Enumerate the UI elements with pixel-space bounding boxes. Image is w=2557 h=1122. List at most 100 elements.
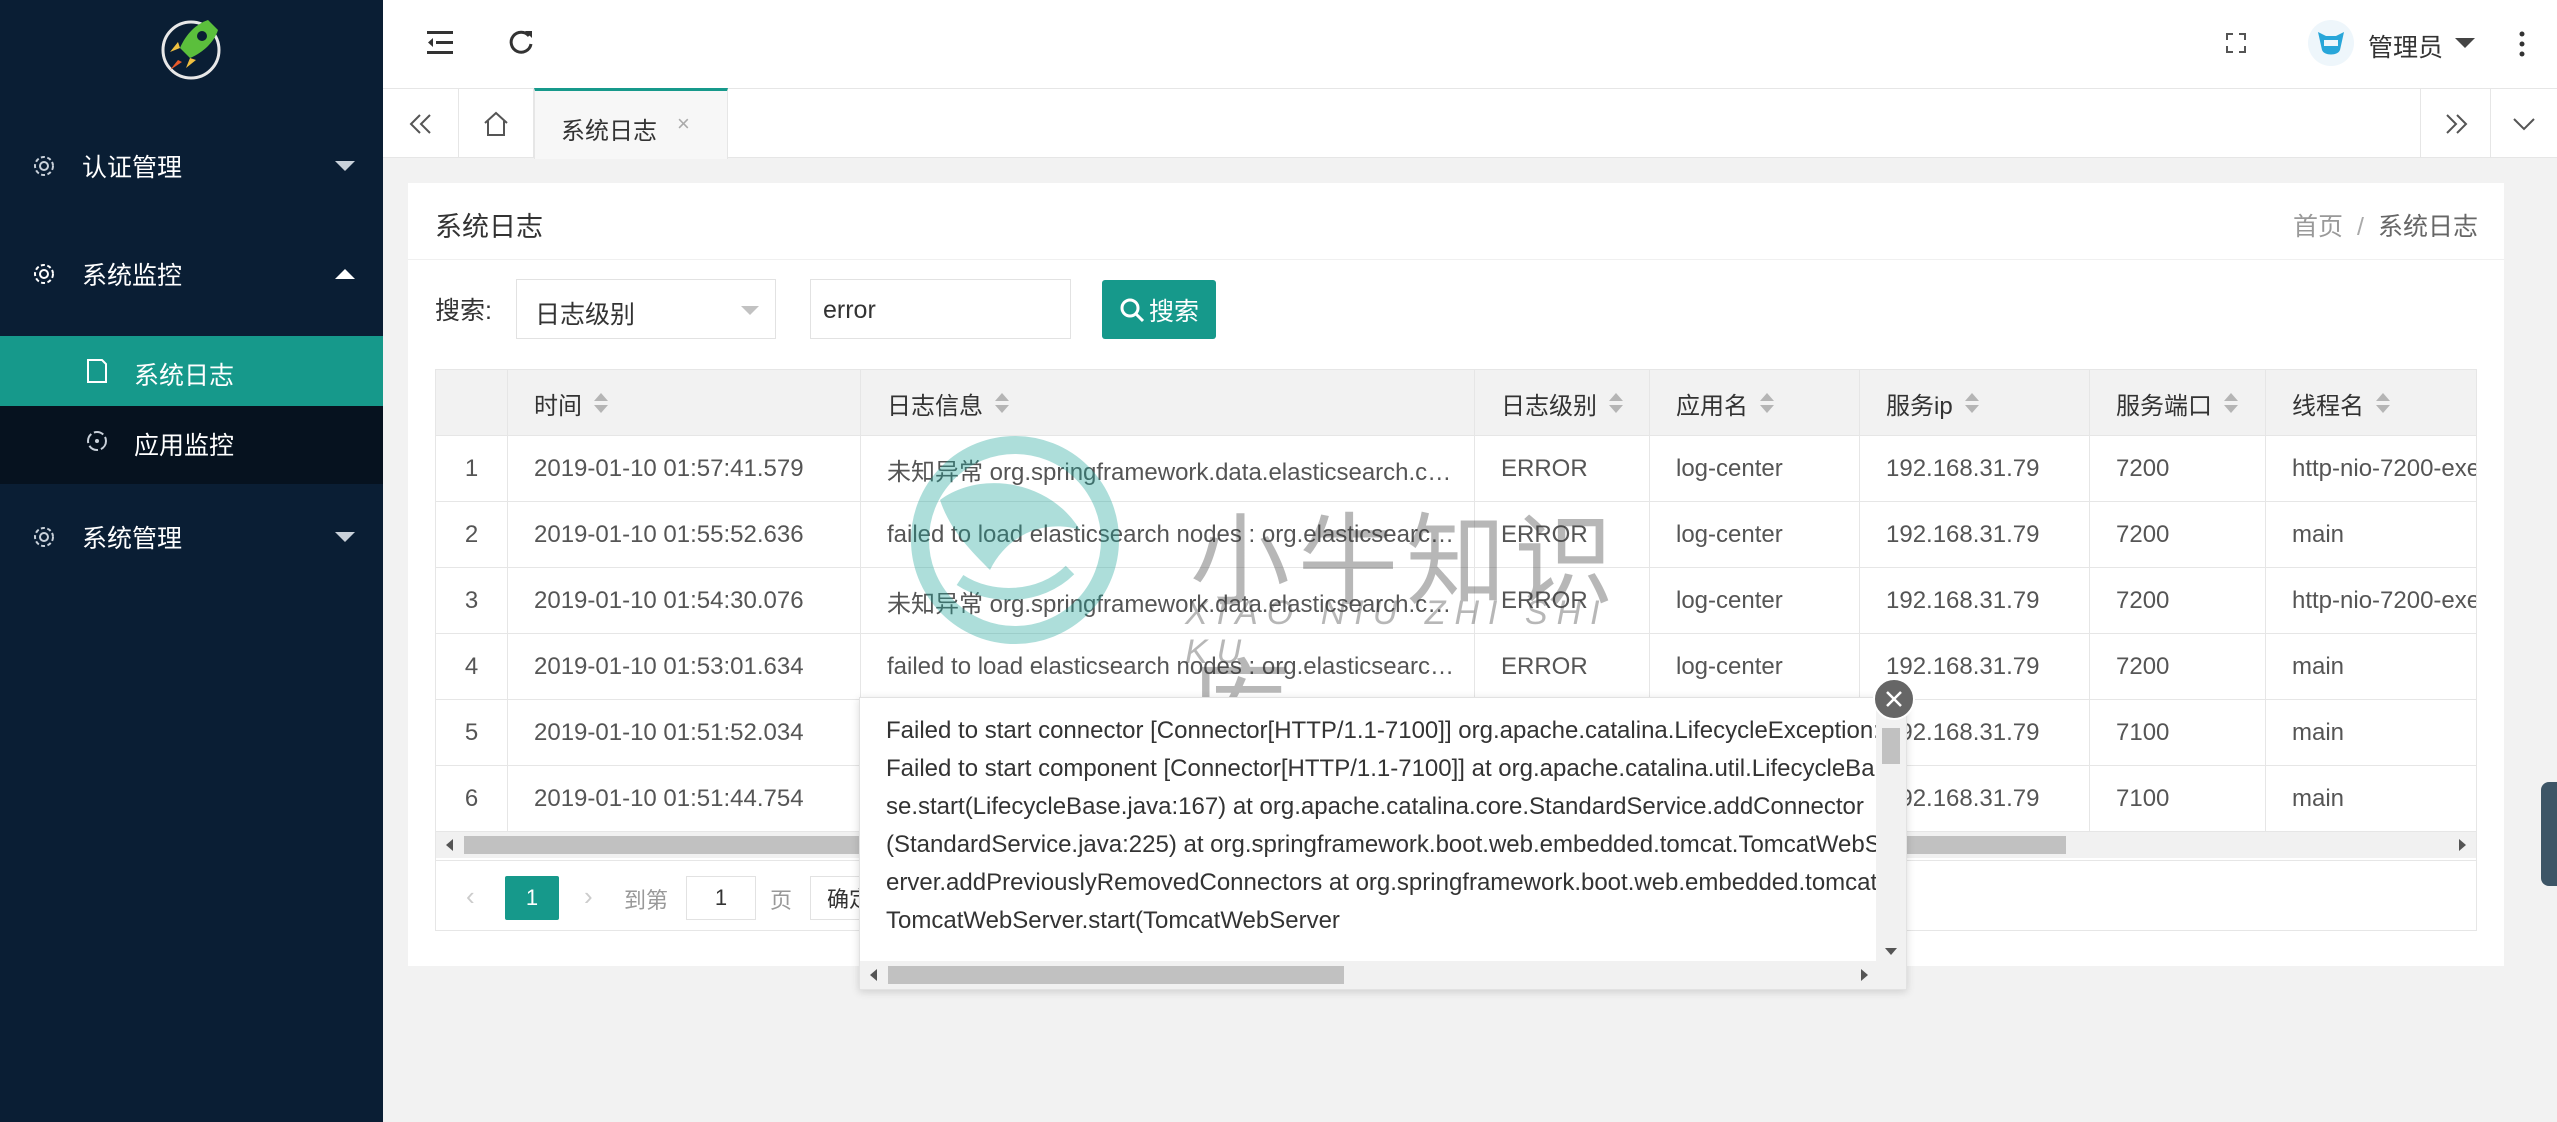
cell-text: http-nio-7200-exec-1: [2292, 587, 2476, 614]
column-header-time[interactable]: 时间: [508, 370, 861, 436]
scrollbar-thumb[interactable]: [1882, 728, 1900, 764]
cell-message[interactable]: 未知异常 org.springframework.data.elasticsea…: [861, 568, 1475, 634]
more-vertical-icon[interactable]: [2518, 30, 2526, 58]
search-button[interactable]: 搜索: [1102, 280, 1216, 339]
cell-text: main: [2292, 785, 2345, 812]
close-icon[interactable]: ×: [677, 111, 690, 137]
sidebar-item-system-manage[interactable]: 系统管理: [0, 497, 383, 577]
log-level-select[interactable]: 日志级别: [516, 279, 776, 339]
cell-thread: main: [2266, 634, 2476, 700]
scroll-right-arrow-icon[interactable]: [2459, 839, 2466, 851]
cell-time: 2019-01-10 01:53:01.634: [508, 634, 861, 700]
tab-bar: 系统日志 ×: [383, 88, 2557, 159]
cell-time: 2019-01-10 01:54:30.076: [508, 568, 861, 634]
row-index: 2: [436, 502, 508, 568]
pagination-current-page[interactable]: 1: [505, 876, 559, 920]
popup-horizontal-scrollbar[interactable]: [860, 961, 1906, 989]
table-row[interactable]: 3 2019-01-10 01:54:30.076 未知异常 org.springf…: [436, 568, 2476, 634]
breadcrumb-home[interactable]: 首页: [2293, 213, 2343, 241]
cell-text: http-nio-7200-exec-1: [2292, 455, 2476, 482]
tab-home[interactable]: [459, 89, 534, 158]
avatar-icon: [2318, 32, 2344, 55]
pagination-page-input[interactable]: 1: [686, 876, 756, 920]
rocket-logo-icon[interactable]: [156, 12, 226, 82]
cell-app: log-center: [1650, 436, 1860, 502]
popup-vertical-scrollbar[interactable]: [1876, 698, 1906, 963]
table-row[interactable]: 4 2019-01-10 01:53:01.634 failed to load e…: [436, 634, 2476, 700]
cell-text: 2019-01-10 01:51:44.754: [534, 785, 804, 812]
pagination-goto-label: 到第: [624, 888, 669, 913]
pagination-prev-button[interactable]: ‹: [466, 881, 475, 912]
cell-text: 7200: [2116, 521, 2170, 548]
tabs-menu-button[interactable]: [2490, 89, 2557, 158]
sort-icon[interactable]: [1760, 392, 1774, 414]
column-header-level[interactable]: 日志级别: [1475, 370, 1650, 436]
sidebar-item-app-monitor[interactable]: 应用监控: [0, 406, 383, 476]
column-header-label: 日志信息: [887, 392, 983, 420]
sidebar-item-system-log[interactable]: 系统日志: [0, 336, 383, 406]
table-header: 时间 日志信息 日志级别 应用名 服务ip 服务端口 线程名: [436, 370, 2476, 436]
table-row[interactable]: 1 2019-01-10 01:57:41.579 未知异常 org.springf…: [436, 436, 2476, 502]
cell-text: 7100: [2116, 785, 2170, 812]
cell-text: 未知异常 org.springframework.data.elasticsea…: [887, 590, 1457, 618]
sort-icon[interactable]: [594, 392, 608, 414]
scroll-left-arrow-icon[interactable]: [446, 839, 453, 851]
cell-text: 2019-01-10 01:57:41.579: [534, 455, 804, 482]
scroll-down-arrow-icon[interactable]: [1885, 948, 1897, 955]
column-header-message[interactable]: 日志信息: [861, 370, 1475, 436]
cell-text: 6: [464, 785, 479, 812]
scroll-right-arrow-icon[interactable]: [1861, 969, 1868, 981]
sort-icon[interactable]: [1609, 392, 1623, 414]
document-icon: [87, 359, 107, 383]
cell-text: 7100: [2116, 719, 2170, 746]
cell-port: 7200: [2090, 568, 2266, 634]
cell-text: main: [2292, 521, 2345, 548]
column-header-ip[interactable]: 服务ip: [1860, 370, 2090, 436]
cell-text: 未知异常 org.springframework.data.elasticsea…: [887, 458, 1457, 486]
collapse-menu-icon[interactable]: [427, 30, 455, 56]
cell-text: 192.168.31.79: [1886, 587, 2040, 614]
tab-label: 系统日志: [561, 118, 657, 145]
gear-icon: [34, 156, 54, 176]
scrollbar-thumb[interactable]: [888, 966, 1344, 984]
cell-message[interactable]: failed to load elasticsearch nodes : org…: [861, 634, 1475, 700]
sort-icon[interactable]: [1964, 392, 1979, 414]
cell-level: ERROR: [1475, 436, 1650, 502]
monitor-icon: [87, 431, 107, 451]
search-input[interactable]: error: [810, 279, 1071, 339]
scroll-left-arrow-icon[interactable]: [870, 969, 877, 981]
user-name[interactable]: 管理员: [2368, 28, 2443, 64]
sidebar-item-monitor[interactable]: 系统监控: [0, 234, 383, 314]
user-menu-caret-icon[interactable]: [2455, 38, 2475, 48]
cell-message[interactable]: failed to load elasticsearch nodes : org…: [861, 502, 1475, 568]
sort-icon[interactable]: [995, 392, 1009, 414]
column-header-port[interactable]: 服务端口: [2090, 370, 2266, 436]
floating-side-widget[interactable]: [2541, 782, 2557, 886]
cell-message[interactable]: 未知异常 org.springframework.data.elasticsea…: [861, 436, 1475, 502]
column-header-thread[interactable]: 线程名: [2266, 370, 2476, 436]
pagination-next-button[interactable]: ›: [584, 881, 593, 912]
row-index: 6: [436, 766, 508, 832]
column-header-app[interactable]: 应用名: [1650, 370, 1860, 436]
sort-icon[interactable]: [2224, 392, 2238, 414]
breadcrumb-separator: /: [2357, 213, 2364, 241]
fullscreen-icon[interactable]: [2225, 32, 2247, 54]
cell-text: 2019-01-10 01:51:52.034: [534, 719, 804, 746]
tabs-scroll-right-button[interactable]: [2420, 89, 2490, 158]
column-header-label: 服务端口: [2116, 392, 2212, 420]
cell-time: 2019-01-10 01:55:52.636: [508, 502, 861, 568]
avatar[interactable]: [2308, 20, 2354, 66]
sidebar-item-auth[interactable]: 认证管理: [0, 126, 383, 206]
table-row[interactable]: 2 2019-01-10 01:55:52.636 failed to load e…: [436, 502, 2476, 568]
popup-close-button[interactable]: [1873, 678, 1915, 720]
cell-text: ERROR: [1501, 521, 1588, 548]
chevron-down-icon: [335, 161, 355, 171]
sidebar-item-label: 应用监控: [134, 432, 235, 460]
double-chevron-right-icon: [2445, 113, 2467, 134]
sort-icon[interactable]: [2376, 392, 2390, 414]
cell-text: 2019-01-10 01:53:01.634: [534, 653, 804, 680]
cell-text: 192.168.31.79: [1886, 455, 2040, 482]
refresh-icon[interactable]: [507, 28, 535, 56]
tabs-scroll-left-button[interactable]: [383, 89, 459, 158]
tab-system-log[interactable]: 系统日志 ×: [534, 88, 728, 159]
